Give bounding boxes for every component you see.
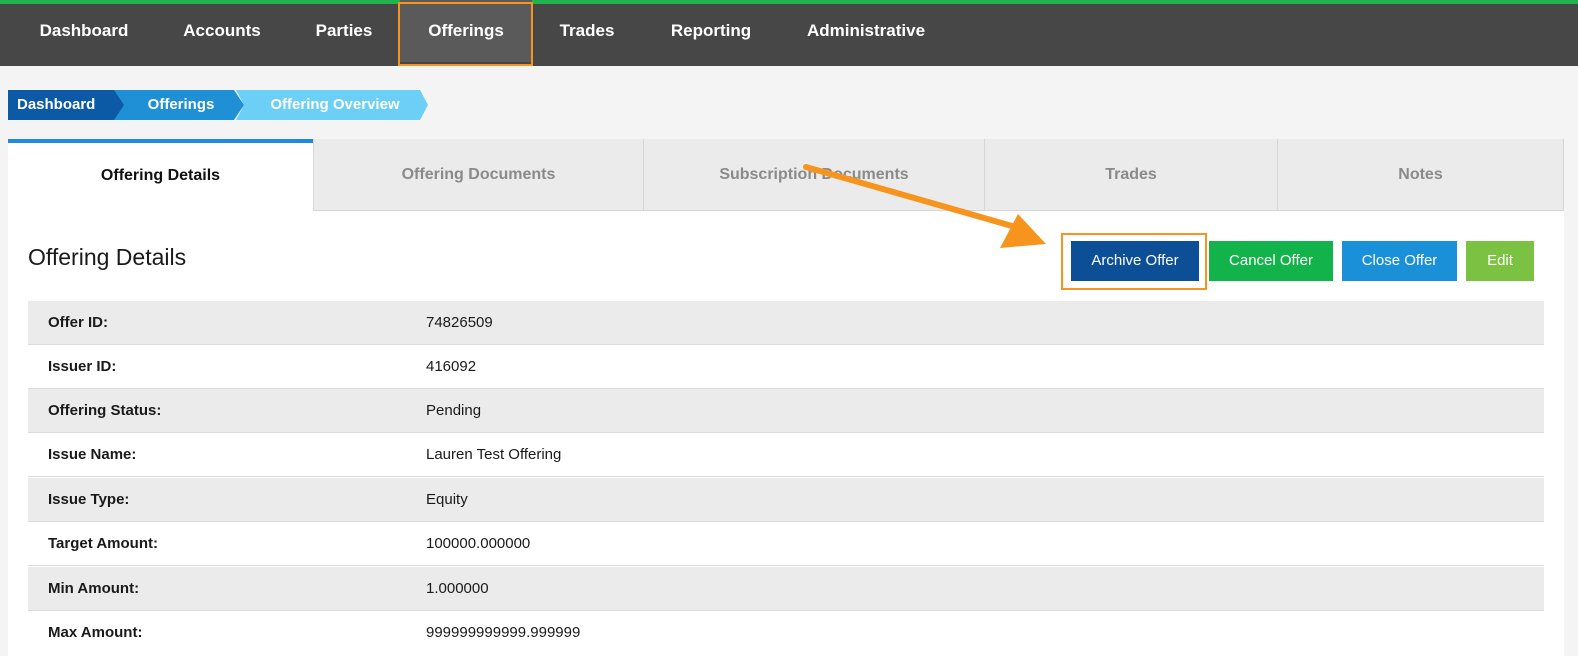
table-row: Issuer ID: 416092 [28,345,1544,389]
section-title: Offering Details [28,244,187,270]
table-row: Target Amount: 100000.000000 [28,522,1544,566]
table-row: Max Amount: 999999999999.999999 [28,611,1544,655]
row-label: Target Amount: [48,535,158,552]
nav-dashboard[interactable]: Dashboard [20,0,148,62]
table-row: Offering Status: Pending [28,389,1544,433]
tab-notes[interactable]: Notes [1277,139,1564,211]
tab-trades[interactable]: Trades [984,139,1277,211]
table-row: Issue Name: Lauren Test Offering [28,433,1544,477]
tab-offering-details[interactable]: Offering Details [8,139,313,211]
row-value: 1.000000 [426,580,489,597]
breadcrumb-offerings[interactable]: Offerings [114,90,244,120]
row-value: 100000.000000 [426,535,531,552]
row-value: 74826509 [426,314,493,331]
breadcrumb-label: Offering Overview [270,96,400,113]
nav-trades[interactable]: Trades [542,0,632,62]
row-value: Equity [426,491,468,508]
breadcrumb-offering-overview[interactable]: Offering Overview [236,90,428,120]
table-row: Offer ID: 74826509 [28,301,1544,345]
table-row: Min Amount: 1.000000 [28,567,1544,611]
row-label: Offer ID: [48,314,108,331]
row-value: Lauren Test Offering [426,446,562,463]
close-offer-button[interactable]: Close Offer [1342,241,1457,281]
row-value: 416092 [426,358,477,375]
row-label: Issuer ID: [48,358,117,375]
nav-administrative[interactable]: Administrative [790,0,942,62]
edit-button[interactable]: Edit [1466,241,1534,281]
nav-parties[interactable]: Parties [296,0,392,62]
nav-reporting[interactable]: Reporting [652,0,770,62]
row-label: Issue Type: [48,491,130,508]
archive-offer-button[interactable]: Archive Offer [1071,241,1199,281]
breadcrumb-dashboard[interactable]: Dashboard [8,90,124,120]
tab-subscription-documents[interactable]: Subscription Documents [643,139,984,211]
cancel-offer-button[interactable]: Cancel Offer [1209,241,1333,281]
row-label: Max Amount: [48,624,143,641]
table-row: Issue Type: Equity [28,478,1544,522]
nav-accounts[interactable]: Accounts [166,0,278,62]
breadcrumb-label: Dashboard [17,96,96,113]
breadcrumb-label: Offerings [147,96,215,113]
row-label: Min Amount: [48,580,140,597]
row-label: Offering Status: [48,402,162,419]
row-label: Issue Name: [48,446,137,463]
tab-offering-documents[interactable]: Offering Documents [313,139,643,211]
row-value: 999999999999.999999 [426,624,581,641]
nav-offerings[interactable]: Offerings [400,0,532,62]
row-value: Pending [426,402,482,419]
